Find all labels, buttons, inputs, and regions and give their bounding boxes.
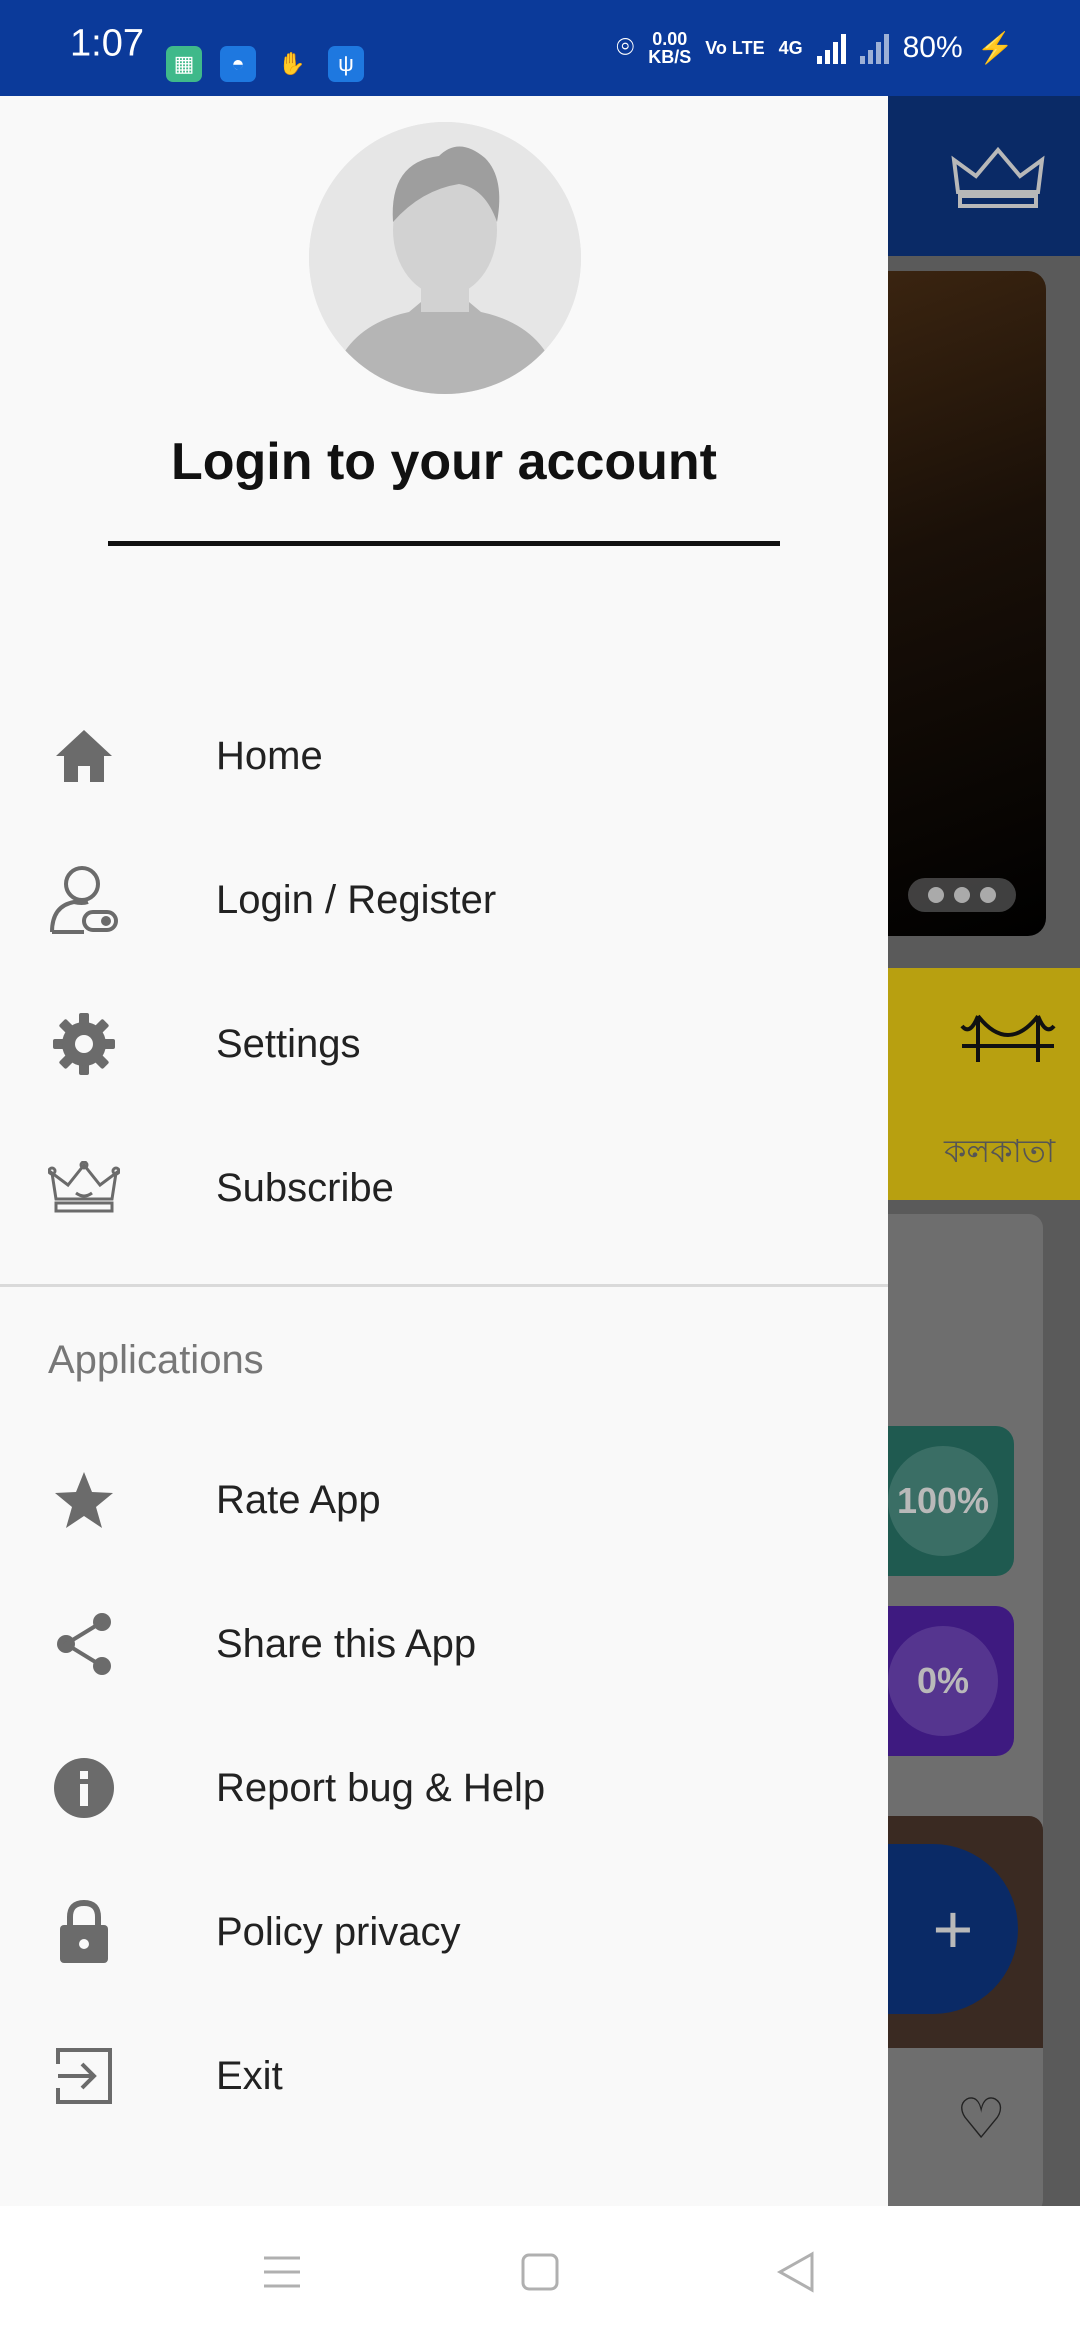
navigation-drawer: Login to your account Home Login / Regis… <box>0 96 888 2206</box>
home-nav-icon[interactable] <box>516 2248 564 2296</box>
bg-city-label: কলকাতা <box>944 1133 1056 1169</box>
menu-item-rate-app[interactable]: Rate App <box>0 1428 888 1572</box>
network-type: 4G <box>778 38 803 58</box>
menu-item-home[interactable]: Home <box>0 684 888 828</box>
volte-label: Vo LTE <box>705 38 765 58</box>
section-title-applications: Applications <box>48 1338 264 1382</box>
menu-label-home: Home <box>216 733 323 778</box>
gesture-icon: ✋ <box>278 51 306 76</box>
net-speed-value: 0.00 <box>652 29 688 49</box>
app-notification-icon: ▦ <box>166 46 202 82</box>
android-icon: ◓ <box>220 46 256 82</box>
bg-stat-2-value: 0% <box>888 1626 998 1736</box>
status-bar: 1:07 ▦ ◓ ✋ ψ ⌾ 0.00 KB/S Vo LTE 4G 80% ⚡ <box>0 0 1080 96</box>
gear-icon <box>48 1008 120 1080</box>
login-title[interactable]: Login to your account <box>0 432 888 492</box>
title-underline <box>108 541 780 546</box>
battery-level: 80% <box>902 31 963 64</box>
avatar[interactable] <box>309 122 581 394</box>
lock-icon <box>48 1896 120 1968</box>
menu-item-subscribe[interactable]: Subscribe <box>0 1116 888 1260</box>
user-key-icon <box>48 864 120 936</box>
bg-banner-image <box>888 271 1046 936</box>
user-avatar-icon <box>309 122 581 394</box>
heart-icon: ♡ <box>956 2087 1007 2150</box>
status-right: ⌾ 0.00 KB/S Vo LTE 4G 80% ⚡ <box>616 30 1014 66</box>
menu-item-policy-privacy[interactable]: Policy privacy <box>0 1860 888 2004</box>
menu-label-share-app: Share this App <box>216 1621 477 1666</box>
usb-icon: ψ <box>328 46 364 82</box>
crown-icon <box>48 1152 120 1224</box>
menu-label-subscribe: Subscribe <box>216 1165 394 1210</box>
menu-label-report-bug: Report bug & Help <box>216 1765 546 1810</box>
menu-label-rate-app: Rate App <box>216 1477 381 1522</box>
bridge-icon <box>960 1014 1056 1062</box>
bg-header <box>888 96 1080 256</box>
notification-icons: ▦ ◓ ✋ ψ <box>166 46 364 82</box>
exit-icon <box>48 2040 120 2112</box>
menu-divider <box>0 1284 888 1287</box>
recent-apps-icon[interactable] <box>258 2248 306 2296</box>
menu-label-login-register: Login / Register <box>216 877 497 922</box>
background-app: কলকাতা 100% 0% + ♡ <box>888 96 1080 2206</box>
info-icon <box>48 1752 120 1824</box>
share-icon <box>48 1608 120 1680</box>
star-icon <box>48 1464 120 1536</box>
menu-label-policy-privacy: Policy privacy <box>216 1909 461 1954</box>
net-speed-unit: KB/S <box>648 47 692 67</box>
net-speed: 0.00 KB/S <box>648 30 691 66</box>
back-nav-icon[interactable] <box>772 2248 820 2296</box>
bg-stat-2: 0% <box>888 1606 1014 1756</box>
signal-bars-icon <box>816 32 846 64</box>
menu-item-share-app[interactable]: Share this App <box>0 1572 888 1716</box>
status-time: 1:07 <box>70 22 144 65</box>
menu-item-login-register[interactable]: Login / Register <box>0 828 888 972</box>
bg-stat-1: 100% <box>888 1426 1014 1576</box>
crown-icon <box>951 146 1045 208</box>
charging-icon: ⚡ <box>976 31 1014 65</box>
bg-stat-1-value: 100% <box>888 1446 998 1556</box>
location-icon: ⌾ <box>616 31 635 64</box>
system-nav-bar <box>0 2206 1080 2340</box>
menu-item-report-bug[interactable]: Report bug & Help <box>0 1716 888 1860</box>
menu-label-settings: Settings <box>216 1021 361 1066</box>
bg-carousel-dots <box>908 878 1016 912</box>
signal-bars-2-icon <box>859 32 889 64</box>
menu-item-settings[interactable]: Settings <box>0 972 888 1116</box>
menu-item-exit[interactable]: Exit <box>0 2004 888 2148</box>
menu-label-exit: Exit <box>216 2053 283 2098</box>
home-icon <box>48 720 120 792</box>
